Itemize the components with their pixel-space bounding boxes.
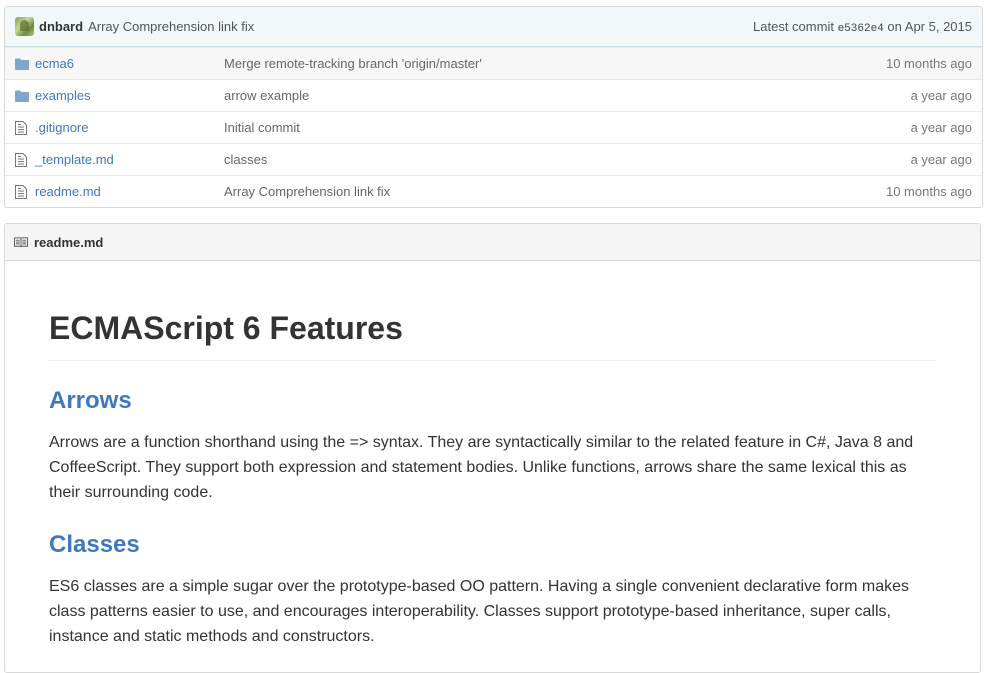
file-age: a year ago [910,88,972,103]
file-age: 10 months ago [885,184,972,199]
folder-icon [15,89,29,103]
file-commit-message[interactable]: Array Comprehension link fix [224,184,886,199]
file-text-icon [15,184,29,199]
file-age: a year ago [910,152,972,167]
commit-sha[interactable]: e5362e4 [838,23,884,35]
commit-message[interactable]: Array Comprehension link fix [88,19,254,34]
readme-filename: readme.md [34,234,104,250]
file-list: dnbard Array Comprehension link fix Late… [4,6,983,208]
commit-meta: Latest commit e5362e4 on Apr 5, 2015 [753,19,972,35]
file-name-link[interactable]: ecma6 [35,56,224,71]
file-commit-message[interactable]: arrow example [224,88,911,103]
folder-icon [15,57,29,71]
readme-title: ECMAScript 6 Features [49,308,936,361]
file-text-icon [15,120,29,135]
section-heading-arrows[interactable]: Arrows [49,385,936,417]
latest-commit-label: Latest commit [753,18,834,34]
file-name-link[interactable]: readme.md [35,184,224,199]
book-icon [14,236,28,248]
commit-date: on Apr 5, 2015 [887,18,972,34]
file-commit-message[interactable]: classes [224,152,911,167]
file-text-icon [15,152,29,167]
section-text-classes: ES6 classes are a simple sugar over the … [49,578,909,645]
latest-commit-bar: dnbard Array Comprehension link fix Late… [5,7,982,47]
file-commit-message[interactable]: Merge remote-tracking branch 'origin/mas… [224,56,886,71]
file-row[interactable]: readme.md Array Comprehension link fix 1… [5,175,982,207]
file-name-link[interactable]: .gitignore [35,120,224,135]
file-age: 10 months ago [885,56,972,71]
avatar[interactable] [15,17,34,36]
file-age: a year ago [910,120,972,135]
section-heading-classes[interactable]: Classes [49,529,936,561]
readme-header: readme.md [5,224,980,261]
commit-author[interactable]: dnbard [39,19,83,34]
readme-article: ECMAScript 6 Features Arrows Arrows are … [5,308,980,649]
file-row[interactable]: _template.md classes a year ago [5,143,982,175]
file-name-link[interactable]: _template.md [35,152,224,167]
file-name-link[interactable]: examples [35,88,224,103]
file-row[interactable]: .gitignore Initial commit a year ago [5,111,982,143]
readme-panel: readme.md ECMAScript 6 Features Arrows A… [4,223,981,673]
file-row[interactable]: examples arrow example a year ago [5,79,982,111]
section-text-arrows: Arrows are a function shorthand using th… [49,434,914,501]
file-commit-message[interactable]: Initial commit [224,120,911,135]
file-row[interactable]: ecma6 Merge remote-tracking branch 'orig… [5,47,982,79]
